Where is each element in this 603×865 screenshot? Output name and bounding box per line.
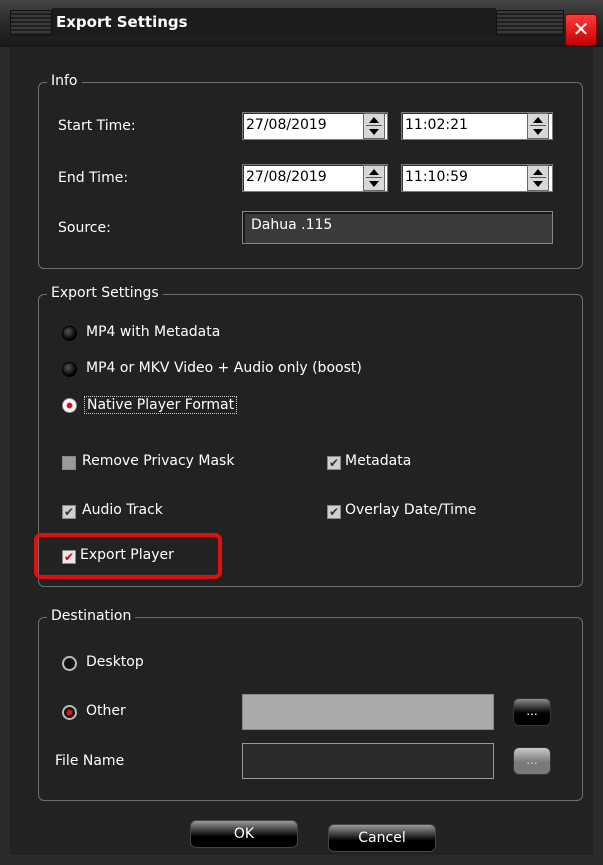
info-legend: Info [47,73,82,89]
title-bar[interactable]: Export Settings ✕ [0,0,603,47]
start-date-spinner[interactable] [363,113,385,139]
destination-legend: Destination [47,608,136,624]
audio-track-label[interactable]: Audio Track [82,502,163,518]
ok-button[interactable]: OK [190,820,298,848]
radio-desktop[interactable] [62,656,77,671]
cancel-button[interactable]: Cancel [328,824,436,852]
end-date-value: 27/08/2019 [246,169,327,185]
browse-file-button[interactable]: ... [513,747,551,775]
checkbox-export-player[interactable]: ✔ [62,550,76,564]
radio-other[interactable] [62,705,77,720]
other-path-input[interactable] [242,694,494,730]
start-time-label: Start Time: [58,118,136,134]
check-icon: ✔ [63,505,75,519]
source-field: Dahua .115 [242,211,553,244]
start-date-value: 27/08/2019 [246,117,327,133]
check-icon: ✔ [328,505,340,519]
ok-button-label: OK [233,826,255,842]
title-bar-grip-right [496,10,564,36]
end-time-label: End Time: [58,170,129,186]
end-time-value: 11:10:59 [405,169,468,185]
file-name-label: File Name [55,753,125,769]
metadata-label[interactable]: Metadata [345,453,411,469]
radio-mp4-mkv-label[interactable]: MP4 or MKV Video + Audio only (boost) [86,360,362,376]
overlay-datetime-label[interactable]: Overlay Date/Time [345,502,476,518]
ellipsis-icon: ... [526,753,538,767]
export-player-label[interactable]: Export Player [80,547,174,563]
desktop-label[interactable]: Desktop [86,654,144,670]
file-name-input[interactable] [242,743,494,779]
radio-native-player-format[interactable] [62,398,77,413]
end-time-spinner[interactable] [527,165,549,191]
source-label: Source: [58,220,111,236]
close-icon: ✕ [572,17,590,41]
radio-mp4-mkv[interactable] [62,362,77,377]
radio-mp4-metadata-label[interactable]: MP4 with Metadata [86,324,220,340]
radio-mp4-metadata[interactable] [62,326,77,341]
cancel-button-label: Cancel [358,830,406,846]
other-label[interactable]: Other [86,703,126,719]
end-date-spinner[interactable] [363,165,385,191]
start-time-value: 11:02:21 [405,117,468,133]
dialog-title: Export Settings [52,8,496,36]
close-button[interactable]: ✕ [565,14,597,46]
start-time-spinner[interactable] [527,113,549,139]
check-icon: ✔ [63,550,75,564]
remove-privacy-mask-label[interactable]: Remove Privacy Mask [82,453,234,469]
checkbox-metadata[interactable]: ✔ [327,456,341,470]
export-settings-legend: Export Settings [47,285,163,301]
browse-path-button[interactable]: ... [513,698,551,726]
checkbox-audio-track[interactable]: ✔ [62,505,76,519]
radio-native-player-format-label[interactable]: Native Player Format [84,396,238,414]
title-bar-grip-left [10,10,52,36]
check-icon: ✔ [328,456,340,470]
checkbox-overlay-datetime[interactable]: ✔ [327,505,341,519]
checkbox-remove-privacy-mask[interactable] [62,456,76,470]
source-value: Dahua .115 [251,217,333,233]
ellipsis-icon: ... [526,704,538,718]
